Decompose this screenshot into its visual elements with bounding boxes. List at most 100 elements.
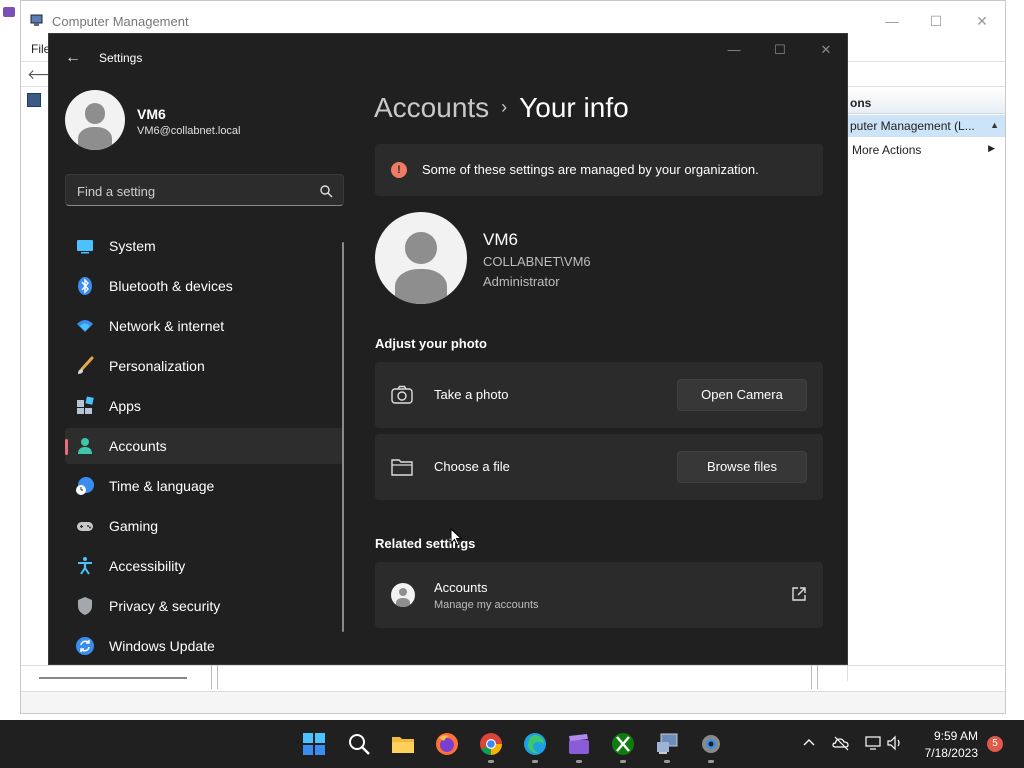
tree-root-icon[interactable]: [27, 93, 41, 107]
close-button[interactable]: ✕: [959, 9, 1005, 33]
folder-icon: [391, 459, 413, 476]
take-photo-row: Take a photo Open Camera: [375, 362, 823, 428]
sidebar-item-apps[interactable]: Apps: [65, 388, 343, 424]
user-name: VM6: [483, 230, 518, 249]
sidebar-item-accounts[interactable]: Accounts: [65, 428, 343, 464]
wifi-icon: [77, 320, 93, 332]
status-bar: [21, 691, 1005, 713]
minimize-button[interactable]: —: [711, 40, 757, 60]
running-indicator: [576, 760, 582, 763]
user-role: Administrator: [483, 274, 560, 289]
chevron-up-icon[interactable]: [800, 734, 818, 752]
camera-icon: [391, 385, 413, 404]
bluetooth-icon: [78, 277, 92, 295]
clock-date[interactable]: 7/18/2023: [910, 746, 978, 760]
computer-management-icon: [30, 14, 43, 26]
choose-file-label: Choose a file: [434, 459, 510, 474]
horizontal-scrollbar[interactable]: [39, 677, 187, 679]
actions-pane: ons puter Management (L... ▲ More Actions…: [847, 87, 1005, 681]
window-title: Computer Management: [52, 14, 189, 29]
divider: [211, 665, 212, 689]
actions-computer-management[interactable]: puter Management (L... ▲: [848, 115, 1005, 137]
sidebar-item-personalization[interactable]: Personalization: [65, 348, 343, 384]
xbox-icon[interactable]: [611, 732, 635, 756]
breadcrumb: Accounts › Your info: [374, 92, 629, 124]
submenu-arrow-icon: ▶: [988, 143, 995, 153]
clapper-icon[interactable]: [567, 732, 591, 756]
collapse-up-icon[interactable]: ▲: [990, 120, 999, 130]
accessibility-icon: [78, 557, 92, 575]
sidebar-item-windows-update[interactable]: Windows Update: [65, 628, 343, 664]
sidebar-item-network[interactable]: Network & internet: [65, 308, 343, 344]
apps-icon: [77, 396, 94, 414]
settings-titlebar[interactable]: ← Settings — ☐ ✕: [49, 34, 847, 82]
sidebar-nav: System Bluetooth & devices Network & int…: [65, 228, 343, 664]
network-icon[interactable]: [864, 734, 882, 752]
mouse-cursor-icon: [450, 528, 462, 546]
sidebar-scrollbar[interactable]: [342, 242, 344, 632]
breadcrumb-accounts[interactable]: Accounts: [374, 92, 489, 123]
take-photo-label: Take a photo: [434, 387, 509, 402]
page-title: Your info: [519, 92, 629, 123]
running-indicator: [664, 760, 670, 763]
firefox-icon[interactable]: [435, 732, 459, 756]
accounts-icon: [78, 438, 92, 454]
clock-time[interactable]: 9:59 AM: [920, 729, 978, 743]
sidebar-item-time-language[interactable]: Time & language: [65, 468, 343, 504]
volume-icon[interactable]: [886, 734, 904, 752]
related-accounts-link[interactable]: Accounts Manage my accounts: [375, 562, 823, 628]
edge-icon[interactable]: [523, 732, 547, 756]
search-icon[interactable]: [319, 184, 333, 198]
user-domain: COLLABNET\VM6: [483, 254, 591, 269]
system-icon: [77, 240, 93, 254]
account-avatar-icon: [391, 583, 415, 607]
sidebar-item-bluetooth[interactable]: Bluetooth & devices: [65, 268, 343, 304]
divider: [811, 665, 812, 689]
search-placeholder: Find a setting: [77, 184, 156, 199]
start-icon[interactable]: [302, 732, 326, 756]
file-explorer-icon[interactable]: [391, 732, 415, 756]
profile-name: VM6: [137, 106, 166, 122]
warning-icon: !: [391, 162, 407, 178]
minimize-button[interactable]: —: [869, 9, 915, 33]
managed-by-org-banner: ! Some of these settings are managed by …: [375, 144, 823, 196]
sidebar-item-system[interactable]: System: [65, 228, 343, 264]
related-accounts-title: Accounts: [434, 580, 488, 595]
taskbar: 9:59 AM 7/18/2023 5: [0, 720, 1024, 768]
running-indicator: [708, 760, 714, 763]
back-arrow-icon[interactable]: ←: [63, 48, 83, 68]
chrome-icon[interactable]: [479, 732, 503, 756]
edge-tab-icon: [3, 7, 15, 17]
open-camera-button[interactable]: Open Camera: [677, 379, 807, 411]
back-arrow-icon[interactable]: 🡐: [27, 66, 65, 82]
external-link-icon[interactable]: [791, 586, 807, 602]
divider: [817, 665, 818, 689]
sidebar-item-gaming[interactable]: Gaming: [65, 508, 343, 544]
maximize-button[interactable]: ☐: [913, 9, 959, 33]
sidebar-item-accessibility[interactable]: Accessibility: [65, 548, 343, 584]
user-avatar: [375, 212, 467, 304]
search-input[interactable]: Find a setting: [65, 174, 344, 206]
close-button[interactable]: ✕: [803, 40, 847, 60]
maximize-button[interactable]: ☐: [757, 40, 803, 60]
notification-badge[interactable]: 5: [987, 736, 1003, 752]
app-title: Settings: [99, 51, 143, 65]
onedrive-offline-icon[interactable]: [832, 734, 850, 752]
banner-text: Some of these settings are managed by yo…: [422, 162, 759, 177]
profile-avatar[interactable]: [65, 90, 125, 150]
breadcrumb-separator-icon: ›: [501, 97, 508, 117]
computer-management-icon[interactable]: [655, 732, 679, 756]
settings-gear-icon[interactable]: [699, 732, 723, 756]
sidebar-item-privacy[interactable]: Privacy & security: [65, 588, 343, 624]
divider: [217, 665, 218, 689]
search-icon[interactable]: [347, 732, 371, 756]
brush-icon: [78, 356, 94, 374]
choose-file-row: Choose a file Browse files: [375, 434, 823, 500]
related-accounts-subtitle: Manage my accounts: [434, 599, 539, 611]
browse-files-button[interactable]: Browse files: [677, 451, 807, 483]
more-actions-item[interactable]: More Actions ▶: [848, 139, 1005, 161]
update-icon: [76, 637, 94, 655]
actions-header: ons: [848, 90, 1005, 114]
running-indicator: [488, 760, 494, 763]
adjust-photo-heading: Adjust your photo: [375, 336, 487, 351]
